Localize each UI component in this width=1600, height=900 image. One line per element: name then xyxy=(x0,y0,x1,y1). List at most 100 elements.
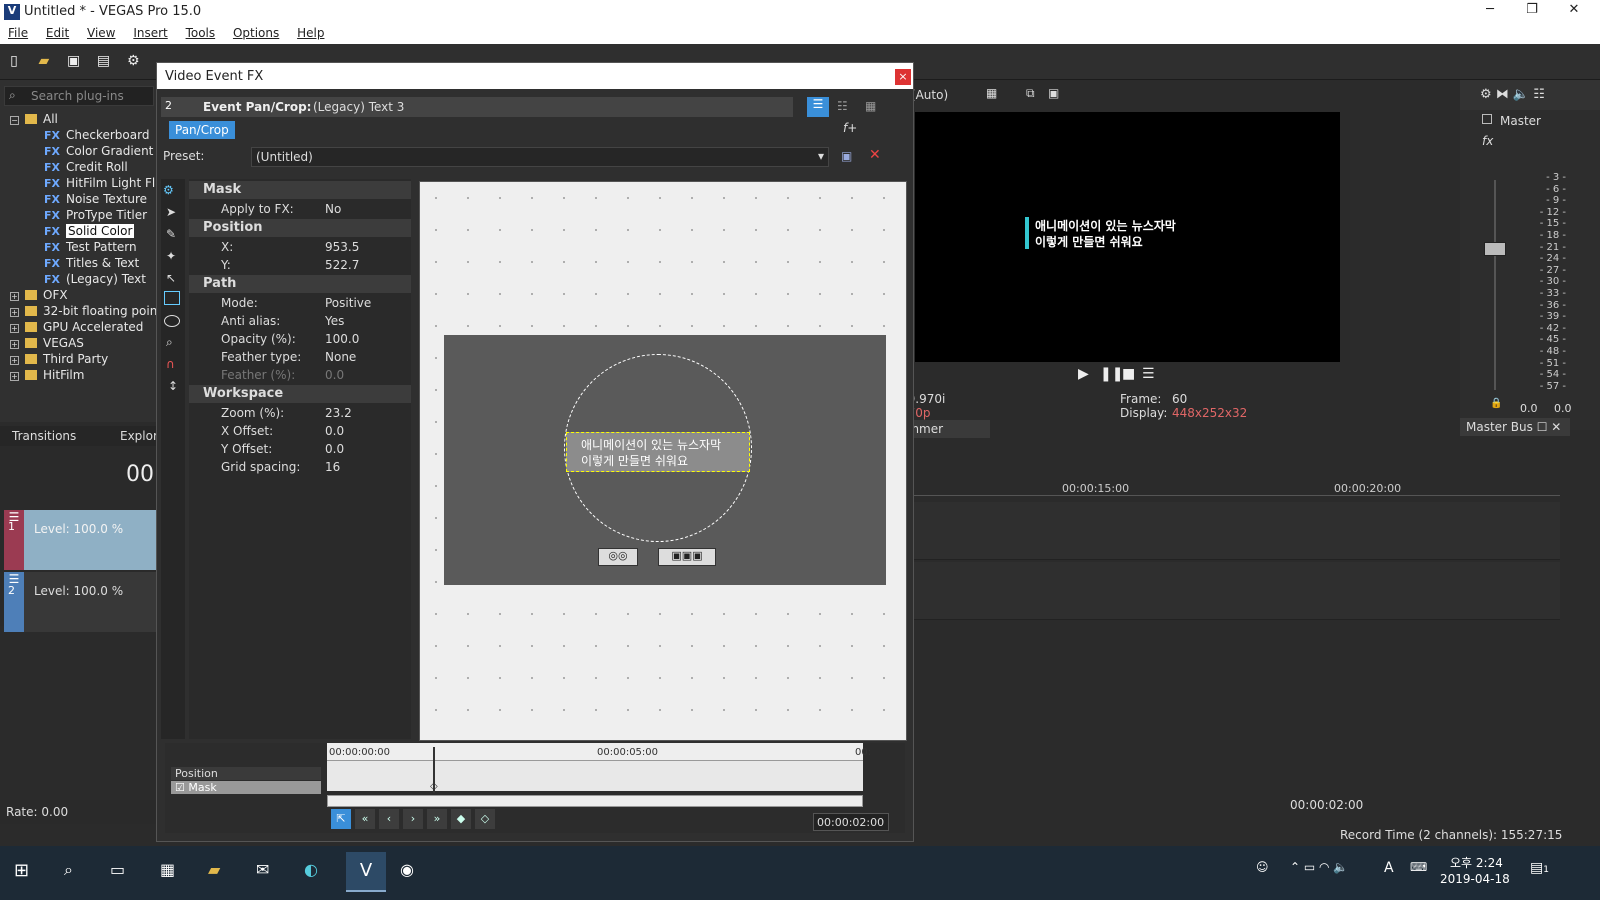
dialog-close-button[interactable]: × xyxy=(895,69,911,85)
section-position[interactable]: Position xyxy=(189,219,411,237)
tree-folder[interactable]: + VEGAS xyxy=(10,336,158,352)
tool-anchor-icon[interactable]: ✦ xyxy=(166,249,176,263)
save-icon[interactable]: ▣ xyxy=(65,53,83,71)
expand-icon[interactable]: + xyxy=(10,308,19,317)
view-tile-icon[interactable]: ▦ xyxy=(865,99,876,113)
menu-edit[interactable]: Edit xyxy=(46,26,69,40)
tool-magnet-icon[interactable]: ∩ xyxy=(166,357,175,371)
explorer-icon[interactable]: ▰ xyxy=(208,860,220,879)
menu-insert[interactable]: Insert xyxy=(133,26,167,40)
input-language[interactable]: A xyxy=(1384,860,1394,876)
ime-icon[interactable]: ⌨ xyxy=(1410,860,1427,874)
prop-row[interactable]: Anti alias: Yes xyxy=(199,312,411,330)
menu-help[interactable]: Help xyxy=(297,26,324,40)
people-icon[interactable]: ☺ xyxy=(1256,860,1269,874)
delete-keyframe-icon[interactable]: ◇ xyxy=(475,809,495,829)
tree-folder[interactable]: + Third Party xyxy=(10,352,158,368)
prop-row[interactable]: Grid spacing: 16 xyxy=(199,458,411,476)
prop-row[interactable]: X: 953.5 xyxy=(199,238,411,256)
canvas-controls-right[interactable]: ▣▣▣ xyxy=(658,548,716,566)
tree-folder[interactable]: + OFX xyxy=(10,288,158,304)
delete-preset-icon[interactable]: ✕ xyxy=(869,147,881,163)
tool-settings-icon[interactable]: ⚙ xyxy=(163,183,174,197)
tool-zoom-icon[interactable]: ⌕ xyxy=(166,335,173,350)
fx-plugin-icon[interactable]: f+ xyxy=(843,121,857,135)
section-workspace[interactable]: Workspace xyxy=(189,385,411,403)
add-keyframe-icon[interactable]: ◆ xyxy=(451,809,471,829)
tree-folder[interactable]: + GPU Accelerated xyxy=(10,320,158,336)
master-bus-tab[interactable]: Master Bus ☐ ✕ xyxy=(1460,418,1570,436)
first-keyframe-icon[interactable]: « xyxy=(355,809,375,829)
notification-icon[interactable]: ▤1 xyxy=(1530,860,1549,876)
open-folder-icon[interactable]: ▰ xyxy=(35,53,53,71)
prop-row[interactable]: Mode: Positive xyxy=(199,294,411,312)
menu-icon[interactable]: ☰ xyxy=(1142,366,1155,382)
track-level[interactable]: Level: 100.0 % xyxy=(34,584,123,598)
expand-icon[interactable]: + xyxy=(10,340,19,349)
start-icon[interactable]: ⊞ xyxy=(14,860,29,881)
expand-icon[interactable]: + xyxy=(10,356,19,365)
app-taskbar-icon[interactable]: ◉ xyxy=(400,860,414,879)
tool-arrow-icon[interactable]: ➤ xyxy=(166,205,176,219)
save-preset-icon[interactable]: ▣ xyxy=(841,149,852,163)
pause-icon[interactable]: ❚❚ xyxy=(1100,366,1123,382)
section-path[interactable]: Path xyxy=(189,275,411,293)
tool-move-icon[interactable]: ↕ xyxy=(168,379,178,393)
track-menu-icon[interactable]: ☰ xyxy=(4,510,24,570)
track-header-2[interactable]: ☰ 2 Level: 100.0 % xyxy=(4,572,158,632)
fx-button[interactable]: fx xyxy=(1482,134,1493,148)
next-keyframe-icon[interactable]: › xyxy=(403,809,423,829)
menu-view[interactable]: View xyxy=(87,26,115,40)
tool-rectangle-icon[interactable] xyxy=(164,291,180,305)
vegas-taskbar-icon[interactable]: V xyxy=(346,852,386,892)
tree-folder[interactable]: +32-bit floating point xyxy=(10,304,158,320)
prop-row[interactable]: Y: 522.7 xyxy=(199,256,411,274)
menu-tools[interactable]: Tools xyxy=(186,26,216,40)
kf-current-time[interactable]: 00:00:02:00 xyxy=(813,813,889,831)
expand-icon[interactable]: + xyxy=(10,324,19,333)
view-list-icon[interactable]: ☰ xyxy=(807,97,829,117)
prev-keyframe-icon[interactable]: ‹ xyxy=(379,809,399,829)
track-header-1[interactable]: ☰ 1 Level: 100.0 % xyxy=(4,510,158,570)
tab-pan-crop[interactable]: Pan/Crop xyxy=(169,121,235,139)
kf-track-label-selected[interactable]: ☑ Mask xyxy=(171,781,321,794)
tree-root-all[interactable]: − All xyxy=(10,112,158,128)
view-grid-icon[interactable]: ☷ xyxy=(837,99,848,113)
settings-icon[interactable]: ⚙ xyxy=(124,53,142,71)
save-as-icon[interactable]: ▤ xyxy=(94,53,112,71)
lock-icon[interactable]: 🔒 xyxy=(1490,398,1502,409)
play-icon[interactable]: ▶ xyxy=(1078,366,1089,382)
text-crop-box[interactable]: 애니메이션이 있는 뉴스자막 이렇게 만들면 쉬워요 xyxy=(566,432,750,472)
sync-cursor-icon[interactable]: ⇱ xyxy=(331,809,351,829)
last-keyframe-icon[interactable]: » xyxy=(427,809,447,829)
prop-row[interactable]: Feather type: None xyxy=(199,348,411,366)
search-taskbar-icon[interactable]: ⌕ xyxy=(64,860,73,880)
prop-row[interactable]: Apply to FX: No xyxy=(199,200,411,218)
tool-ellipse-icon[interactable] xyxy=(164,315,180,327)
menu-file[interactable]: File xyxy=(8,26,28,40)
clock-date[interactable]: 2019-04-18 xyxy=(1440,872,1510,886)
mail-icon[interactable]: ✉ xyxy=(256,860,269,879)
keyframe-marker[interactable]: ◇ xyxy=(430,781,438,792)
save-snapshot-icon[interactable]: ▣ xyxy=(1048,86,1059,100)
kf-scrollbar[interactable] xyxy=(327,795,863,807)
copy-snapshot-icon[interactable]: ⧉ xyxy=(1026,86,1035,101)
prop-row[interactable]: Opacity (%): 100.0 xyxy=(199,330,411,348)
expand-icon[interactable]: + xyxy=(10,292,19,301)
grid-icon[interactable]: ▦ xyxy=(986,86,997,100)
browser-icon[interactable]: ◐ xyxy=(304,860,318,879)
prop-row[interactable]: Zoom (%): 23.2 xyxy=(199,404,411,422)
tree-folder[interactable]: + HitFilm xyxy=(10,368,158,384)
track-level[interactable]: Level: 100.0 % xyxy=(34,522,123,536)
master-checkbox[interactable] xyxy=(1482,114,1492,124)
tab-transitions[interactable]: Transitions xyxy=(12,429,76,443)
section-mask[interactable]: Mask xyxy=(189,181,411,199)
close-window-icon[interactable]: ✕ xyxy=(1564,2,1584,17)
prop-row[interactable]: X Offset: 0.0 xyxy=(199,422,411,440)
store-icon[interactable]: ▦ xyxy=(160,860,175,879)
preset-dropdown[interactable]: (Untitled) ▾ xyxy=(251,147,829,167)
restore-icon[interactable]: ❐ xyxy=(1522,2,1542,17)
stop-icon[interactable]: ■ xyxy=(1122,366,1135,382)
minimize-icon[interactable]: ─ xyxy=(1480,2,1500,17)
collapse-icon[interactable]: − xyxy=(10,116,19,125)
